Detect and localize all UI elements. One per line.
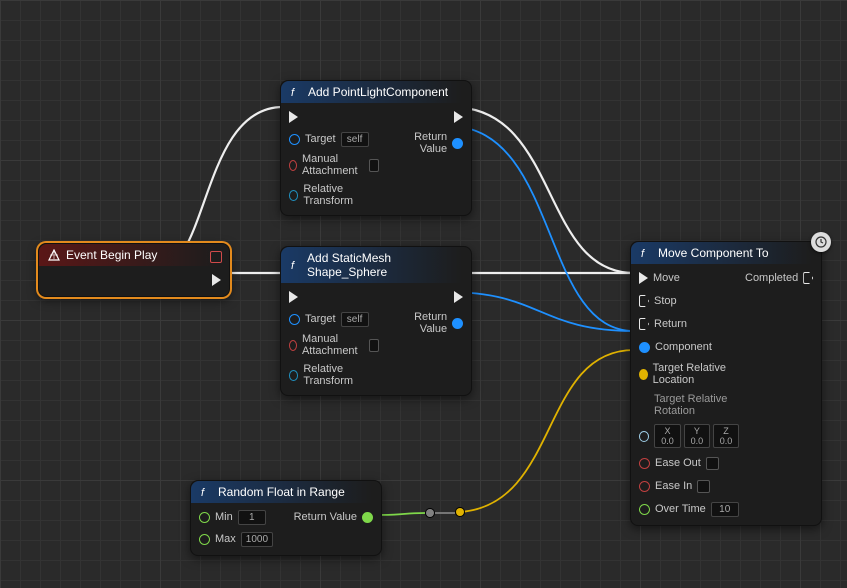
min-field[interactable]: 1	[238, 510, 266, 525]
svg-text:f: f	[291, 87, 295, 98]
exec-out-pin[interactable]	[212, 272, 221, 288]
relative-transform-pin[interactable]: Relative Transform	[289, 183, 379, 207]
over-time-pin[interactable]: Over Time 10	[639, 501, 739, 517]
rot-y-field[interactable]: Y 0.0	[684, 424, 710, 448]
function-icon: f	[199, 485, 213, 499]
delegate-pin-icon[interactable]	[210, 251, 222, 263]
reroute-node[interactable]	[455, 507, 465, 517]
exec-out-pin[interactable]	[454, 289, 463, 305]
ease-out-pin[interactable]: Ease Out	[639, 455, 739, 471]
rot-x-field[interactable]: X 0.0	[654, 424, 680, 448]
return-exec-pin[interactable]: Return	[639, 316, 739, 332]
completed-exec-pin[interactable]: Completed	[745, 270, 813, 286]
return-value-pin[interactable]: Return Value	[294, 509, 373, 525]
node-header[interactable]: f Move Component To	[631, 242, 821, 264]
target-rotation-label: Target Relative Rotation	[639, 393, 739, 417]
target-pin[interactable]: Target self	[289, 311, 379, 327]
target-rotation-pin[interactable]: X 0.0 Y 0.0 Z 0.0	[639, 424, 739, 448]
manual-attachment-pin[interactable]: Manual Attachment	[289, 153, 379, 177]
function-icon: f	[289, 85, 303, 99]
event-icon	[47, 248, 61, 262]
checkbox[interactable]	[697, 480, 710, 493]
node-title: Move Component To	[658, 246, 769, 260]
node-add-point-light[interactable]: f Add PointLightComponent Target self Ma…	[280, 80, 472, 216]
move-exec-pin[interactable]: Move	[639, 270, 739, 286]
rot-z-field[interactable]: Z 0.0	[713, 424, 739, 448]
svg-text:f: f	[641, 248, 645, 259]
node-event-begin-play[interactable]: Event Begin Play	[38, 243, 230, 297]
svg-text:f: f	[201, 487, 205, 498]
node-header[interactable]: Event Begin Play	[39, 244, 229, 266]
min-pin[interactable]: Min 1	[199, 509, 288, 525]
over-time-field[interactable]: 10	[711, 502, 739, 517]
node-title: Random Float in Range	[218, 485, 345, 499]
function-icon: f	[289, 258, 302, 272]
exec-in-pin[interactable]	[289, 109, 379, 125]
self-box[interactable]: self	[341, 132, 369, 147]
node-title: Add PointLightComponent	[308, 85, 448, 99]
checkbox[interactable]	[706, 457, 719, 470]
max-field[interactable]: 1000	[241, 532, 273, 547]
node-add-static-mesh[interactable]: f Add StaticMesh Shape_Sphere Target sel…	[280, 246, 472, 396]
stop-exec-pin[interactable]: Stop	[639, 293, 739, 309]
svg-text:f: f	[291, 260, 295, 271]
node-header[interactable]: f Add PointLightComponent	[281, 81, 471, 103]
component-pin[interactable]: Component	[639, 339, 739, 355]
return-value-pin[interactable]: Return Value	[385, 311, 463, 335]
ease-in-pin[interactable]: Ease In	[639, 478, 739, 494]
exec-out-pin[interactable]	[454, 109, 463, 125]
function-icon: f	[639, 246, 653, 260]
self-box[interactable]: self	[341, 312, 369, 327]
relative-transform-pin[interactable]: Relative Transform	[289, 363, 379, 387]
node-title: Add StaticMesh Shape_Sphere	[307, 251, 463, 279]
return-value-pin[interactable]: Return Value	[385, 131, 463, 155]
node-header[interactable]: f Add StaticMesh Shape_Sphere	[281, 247, 471, 283]
exec-in-pin[interactable]	[289, 289, 379, 305]
max-pin[interactable]: Max 1000	[199, 531, 288, 547]
node-header[interactable]: f Random Float in Range	[191, 481, 381, 503]
reroute-node[interactable]	[425, 508, 435, 518]
node-move-component-to[interactable]: f Move Component To Move Stop Return Com…	[630, 241, 822, 526]
node-title: Event Begin Play	[66, 248, 157, 262]
node-random-float[interactable]: f Random Float in Range Min 1 Max 1000 R…	[190, 480, 382, 556]
checkbox[interactable]	[369, 159, 378, 172]
target-location-pin[interactable]: Target Relative Location	[639, 362, 739, 386]
target-pin[interactable]: Target self	[289, 131, 379, 147]
checkbox[interactable]	[369, 339, 378, 352]
manual-attachment-pin[interactable]: Manual Attachment	[289, 333, 379, 357]
